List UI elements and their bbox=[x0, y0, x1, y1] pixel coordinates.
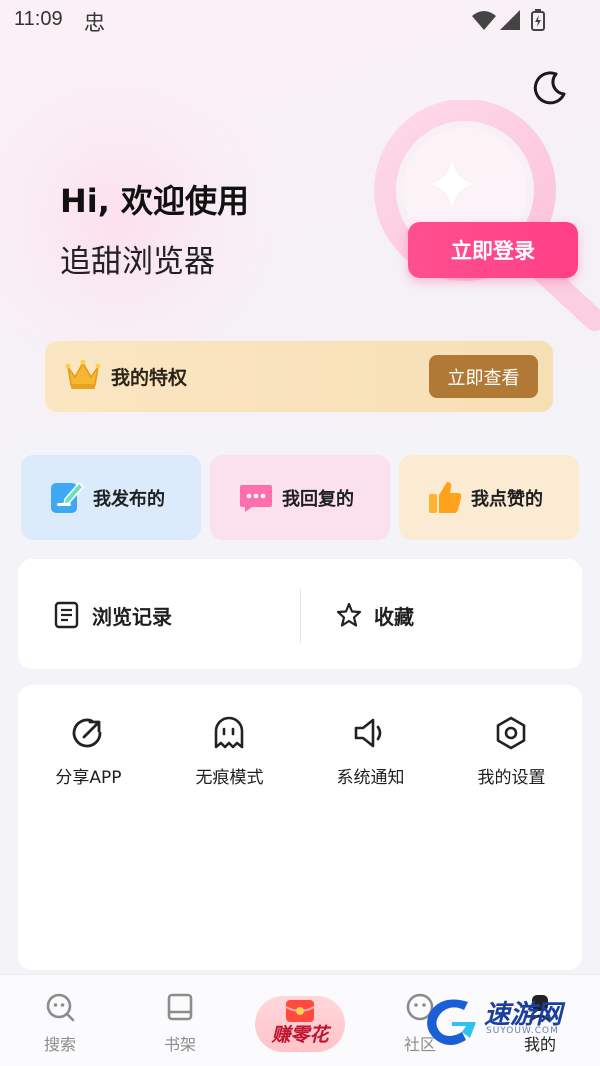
greeting-title: Hi, 欢迎使用 bbox=[60, 182, 250, 220]
status-time: 11:09 bbox=[14, 8, 63, 30]
tool-label: 分享APP bbox=[55, 768, 122, 788]
tab-bookshelf-label: 书架 bbox=[163, 1035, 196, 1054]
quick-action-label: 我发布的 bbox=[93, 489, 165, 510]
wifi-icon bbox=[472, 11, 496, 30]
quick-action-my-likes[interactable]: 我点赞的 bbox=[399, 455, 579, 540]
favorites-item[interactable]: 收藏 bbox=[336, 599, 476, 631]
app-name-subtitle: 追甜浏览器 bbox=[60, 244, 215, 280]
privilege-banner[interactable]: 我的特权 立即查看 bbox=[45, 341, 553, 412]
settings-hexagon-icon bbox=[496, 716, 526, 750]
tool-label: 无痕模式 bbox=[195, 768, 264, 788]
watermark: 速游网 SUYOUW.COM bbox=[422, 992, 592, 1052]
my-settings-tool[interactable]: 我的设置 bbox=[441, 715, 582, 795]
history-favorites-card: 浏览记录 收藏 bbox=[18, 559, 582, 669]
quick-action-label: 我点赞的 bbox=[471, 489, 543, 510]
tab-search[interactable]: 搜索 bbox=[20, 989, 100, 1055]
chat-bubble-icon bbox=[240, 485, 272, 512]
speaker-icon bbox=[354, 718, 382, 748]
quick-action-label: 我回复的 bbox=[282, 489, 354, 510]
divider bbox=[300, 589, 301, 643]
tools-card: 分享APP 无痕模式 系统通知 我的设置 bbox=[18, 685, 582, 970]
tab-search-label: 搜索 bbox=[43, 1035, 76, 1054]
share-icon bbox=[72, 718, 102, 748]
search-face-icon bbox=[46, 993, 75, 1022]
status-icons bbox=[472, 9, 545, 31]
signal-icon bbox=[500, 10, 520, 30]
document-list-icon bbox=[54, 601, 79, 629]
thumbs-up-icon bbox=[429, 482, 462, 513]
book-icon bbox=[167, 993, 193, 1021]
ghost-icon bbox=[214, 716, 244, 749]
watermark-sub: SUYOUW.COM bbox=[486, 1026, 559, 1036]
star-outline-icon bbox=[336, 602, 362, 627]
crown-icon bbox=[65, 359, 101, 389]
favorites-label: 收藏 bbox=[374, 605, 414, 629]
status-bar: 11:09 忠 bbox=[0, 0, 600, 40]
tool-label: 系统通知 bbox=[336, 768, 405, 788]
browsing-history-item[interactable]: 浏览记录 bbox=[54, 599, 254, 631]
incognito-mode-tool[interactable]: 无痕模式 bbox=[159, 715, 300, 795]
privilege-label: 我的特权 bbox=[111, 367, 188, 389]
edit-note-icon bbox=[51, 481, 85, 513]
earn-label: 赚零花 bbox=[271, 1025, 329, 1046]
earn-pocket-money-button[interactable]: 赚零花 bbox=[255, 996, 345, 1052]
system-notification-tool[interactable]: 系统通知 bbox=[300, 715, 441, 795]
tool-label: 我的设置 bbox=[477, 768, 546, 788]
magnifier-decoration-icon bbox=[374, 100, 600, 331]
share-app-tool[interactable]: 分享APP bbox=[18, 715, 159, 795]
quick-action-my-posts[interactable]: 我发布的 bbox=[21, 455, 201, 540]
quick-action-my-replies[interactable]: 我回复的 bbox=[210, 455, 390, 540]
watermark-logo-icon bbox=[427, 999, 476, 1045]
login-button[interactable]: 立即登录 bbox=[408, 222, 578, 278]
battery-icon bbox=[531, 9, 545, 31]
tab-bookshelf[interactable]: 书架 bbox=[140, 989, 220, 1055]
browsing-history-label: 浏览记录 bbox=[92, 605, 172, 629]
status-extra-glyph: 忠 bbox=[84, 11, 105, 35]
view-privilege-button[interactable]: 立即查看 bbox=[429, 355, 538, 398]
